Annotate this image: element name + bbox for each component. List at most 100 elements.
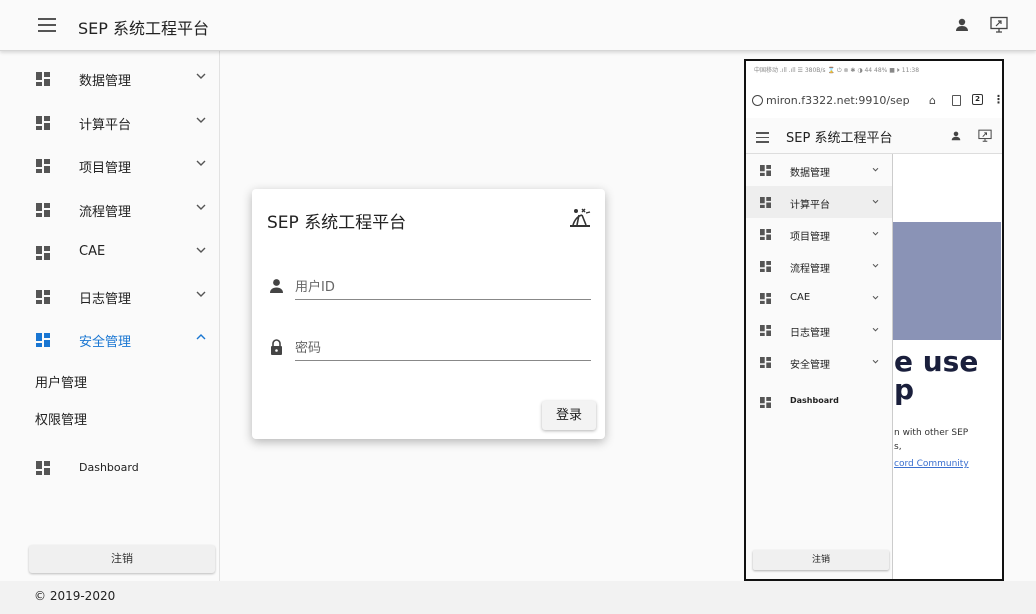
phone-sidebar-label: 日志管理 [790, 328, 830, 339]
logout-button[interactable]: 注销 [29, 545, 215, 573]
sidebar-item-dashboard[interactable]: Dashboard [0, 447, 219, 487]
globe-icon [752, 95, 763, 106]
password-field [269, 336, 591, 362]
phone-logout-button: 注销 [753, 550, 889, 570]
dashboard-grid-icon [36, 290, 50, 304]
phone-sidebar-label: 数据管理 [790, 168, 830, 179]
sidebar-item-label: 数据管理 [79, 74, 132, 89]
dashboard-grid-icon [36, 203, 50, 217]
lock-icon [271, 339, 282, 355]
sidebar-item-label: Dashboard [79, 461, 139, 474]
footer: © 2019-2020 [0, 581, 1036, 614]
dashboard-grid-icon [760, 397, 771, 408]
phone-sidebar: 数据管理 计算平台 项目管理 流程管理 CAE 日志管理 安全管理 Dashbo… [746, 154, 893, 579]
phone-sidebar-item: 项目管理 [746, 218, 892, 250]
chevron-down-icon [196, 291, 206, 297]
phone-sidebar-label: 计算平台 [790, 200, 830, 211]
screen-share-icon[interactable] [990, 16, 1008, 33]
login-card: SEP 系统工程平台 登录 [252, 189, 605, 439]
phone-sidebar-item: CAE [746, 282, 892, 314]
dashboard-grid-icon [36, 159, 50, 173]
more-options-icon: ⋮ [993, 93, 1004, 106]
phone-sidebar-label: 安全管理 [790, 360, 830, 371]
chevron-down-icon [196, 204, 206, 210]
phone-sidebar-item: 数据管理 [746, 154, 892, 186]
dashboard-grid-icon [760, 261, 771, 272]
chevron-down-icon [872, 327, 879, 332]
brand-logo-icon [570, 208, 591, 227]
app-title: SEP 系统工程平台 [78, 19, 210, 38]
menu-icon[interactable] [38, 14, 56, 34]
sidebar-item-label: 安全管理 [79, 335, 132, 350]
phone-sidebar-label: 项目管理 [790, 232, 830, 243]
dashboard-grid-icon [36, 116, 50, 130]
dashboard-grid-icon [760, 325, 771, 336]
chevron-down-icon [196, 247, 206, 253]
sidebar-item-project-management[interactable]: 项目管理 [0, 145, 219, 185]
phone-sidebar-item: 安全管理 [746, 346, 892, 378]
home-icon: ⌂ [929, 94, 936, 107]
phone-sidebar-label: Dashboard [790, 396, 839, 405]
sidebar-item-log-management[interactable]: 日志管理 [0, 276, 219, 316]
sidebar-item-label: 流程管理 [79, 205, 132, 220]
chevron-down-icon [872, 295, 879, 300]
password-input[interactable] [295, 336, 591, 361]
dashboard-grid-icon [760, 293, 771, 304]
sidebar-item-cae[interactable]: CAE [0, 232, 219, 272]
chevron-down-icon [196, 73, 206, 79]
sidebar-item-label: CAE [79, 244, 106, 259]
sidebar-item-label: 项目管理 [79, 161, 132, 176]
sidebar-item-label: 计算平台 [79, 118, 132, 133]
dashboard-grid-icon [36, 461, 50, 475]
login-button[interactable]: 登录 [542, 401, 596, 430]
phone-app-title: SEP 系统工程平台 [786, 131, 893, 146]
sidebar-subitem-permission-management[interactable]: 权限管理 [35, 409, 87, 428]
user-icon [270, 279, 283, 293]
chevron-up-icon [196, 334, 206, 340]
phone-background-link: cord Community [894, 459, 969, 469]
phone-url: miron.f3322.net:9910/sep [766, 94, 910, 107]
chevron-down-icon [196, 160, 206, 166]
copyright-text: © 2019-2020 [34, 589, 116, 603]
chevron-down-icon [196, 117, 206, 123]
phone-screenshot: 中国移动 .ıll .ıll ☰ 380B/s ⌛ ⏻ ⊗ ✱ ◑ 44 48%… [744, 59, 1004, 581]
sidebar-item-compute-platform[interactable]: 计算平台 [0, 102, 219, 142]
screen-share-icon [978, 129, 992, 142]
app-bar: SEP 系统工程平台 [0, 0, 1036, 51]
sidebar: 数据管理 计算平台 项目管理 流程管理 CAE 日志管理 安全管理 用户管理 权… [0, 51, 220, 581]
sidebar-item-data-management[interactable]: 数据管理 [0, 58, 219, 98]
chevron-down-icon [872, 263, 879, 268]
user-icon [951, 131, 961, 141]
phone-sidebar-item: 计算平台 [746, 186, 892, 218]
phone-sidebar-label: CAE [790, 292, 811, 303]
dashboard-grid-icon [760, 229, 771, 240]
chevron-down-icon [872, 359, 879, 364]
phone-sidebar-item: 日志管理 [746, 314, 892, 346]
chevron-down-icon [872, 231, 879, 236]
sidebar-item-label: 日志管理 [79, 292, 132, 307]
phone-status-bar: 中国移动 .ıll .ıll ☰ 380B/s ⌛ ⏻ ⊗ ✱ ◑ 44 48%… [754, 67, 920, 74]
dashboard-grid-icon [36, 72, 50, 86]
phone-sidebar-item: 流程管理 [746, 250, 892, 282]
download-icon [952, 95, 961, 106]
chevron-down-icon [872, 167, 879, 172]
dashboard-grid-icon [36, 246, 50, 260]
login-card-title: SEP 系统工程平台 [267, 213, 407, 233]
phone-url-bar: miron.f3322.net:9910/sep ⌂ 2 ⋮ [746, 90, 1002, 112]
phone-background-image [892, 222, 1001, 340]
phone-sidebar-label: 流程管理 [790, 264, 830, 275]
phone-background-text: n with other SEP s, [894, 428, 969, 452]
phone-background-heading: e use p [894, 345, 979, 406]
dashboard-grid-icon [36, 333, 50, 347]
tabs-count-icon: 2 [972, 94, 983, 105]
user-id-field [269, 275, 591, 301]
dashboard-grid-icon [760, 357, 771, 368]
sidebar-item-security-management[interactable]: 安全管理 [0, 319, 219, 359]
user-icon[interactable] [955, 18, 969, 32]
dashboard-grid-icon [760, 197, 771, 208]
sidebar-item-process-management[interactable]: 流程管理 [0, 189, 219, 229]
dashboard-grid-icon [760, 165, 771, 176]
phone-sidebar-item: Dashboard [746, 386, 892, 418]
sidebar-subitem-user-management[interactable]: 用户管理 [35, 372, 87, 391]
user-id-input[interactable] [295, 275, 591, 300]
